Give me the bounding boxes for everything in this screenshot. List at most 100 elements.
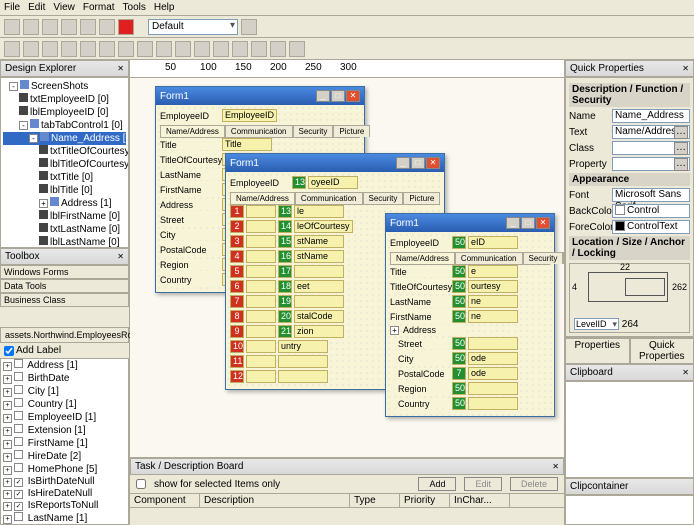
- field-value[interactable]: le: [294, 205, 344, 218]
- design-explorer-tree[interactable]: -ScreenShotstxtEmployeeID [0]lblEmployee…: [0, 77, 129, 248]
- add-label-check[interactable]: [4, 346, 14, 356]
- align-btn[interactable]: [194, 41, 210, 57]
- field-item[interactable]: + Address [1]: [1, 359, 128, 372]
- tool-btn[interactable]: [241, 19, 257, 35]
- align-btn[interactable]: [118, 41, 134, 57]
- field-value[interactable]: stalCode: [294, 310, 344, 323]
- tree-item[interactable]: lblFirstName [0]: [3, 210, 126, 223]
- tab-security[interactable]: Security: [293, 125, 334, 137]
- menu-edit[interactable]: Edit: [28, 2, 45, 13]
- anchor-inner-box[interactable]: [625, 278, 665, 296]
- align-btn[interactable]: [232, 41, 248, 57]
- tab-communication[interactable]: Communication: [455, 252, 523, 264]
- tree-item[interactable]: lblLastName [0]: [3, 236, 126, 248]
- tab-picture[interactable]: Picture: [563, 252, 564, 264]
- field-list[interactable]: + Address [1]+ BirthDate+ City [1]+ Coun…: [0, 358, 129, 525]
- field-value[interactable]: ne: [468, 310, 518, 323]
- prop-name[interactable]: Name_Address: [612, 109, 690, 123]
- tab-picture[interactable]: Picture: [403, 192, 440, 204]
- align-btn[interactable]: [289, 41, 305, 57]
- toolbox-cat[interactable]: Business Class: [0, 293, 129, 307]
- tree-item[interactable]: -Name_Address [0]: [3, 132, 126, 145]
- tab-name-address[interactable]: Name/Address: [230, 192, 295, 204]
- menu-format[interactable]: Format: [83, 2, 115, 13]
- field-value[interactable]: eID: [468, 236, 518, 249]
- field-value[interactable]: [246, 370, 276, 383]
- field-value[interactable]: stName: [294, 235, 344, 248]
- field-value[interactable]: [246, 325, 276, 338]
- tree-item[interactable]: txtEmployeeID [0]: [3, 93, 126, 106]
- prop-backcolor[interactable]: Control: [612, 204, 690, 218]
- tab-name-address[interactable]: Name/Address: [390, 252, 455, 264]
- close-icon[interactable]: ✕: [552, 462, 559, 471]
- field-value[interactable]: stName: [294, 250, 344, 263]
- minimize-icon[interactable]: _: [506, 217, 520, 229]
- level-combo[interactable]: LevelID: [574, 318, 619, 330]
- menu-file[interactable]: File: [4, 2, 20, 13]
- align-btn[interactable]: [4, 41, 20, 57]
- prop-forecolor[interactable]: ControlText: [612, 220, 690, 234]
- field-item[interactable]: + IsReportsToNull: [1, 500, 128, 512]
- tree-item[interactable]: txtLastName [0]: [3, 223, 126, 236]
- tab-security[interactable]: Security: [523, 252, 564, 264]
- field-item[interactable]: + HireDate [2]: [1, 450, 128, 463]
- field-item[interactable]: + HomePhone [5]: [1, 463, 128, 476]
- tool-btn[interactable]: [99, 19, 115, 35]
- field-value[interactable]: [294, 265, 344, 278]
- close-icon[interactable]: ✕: [536, 217, 550, 229]
- show-selected-check[interactable]: [136, 479, 146, 489]
- field-value[interactable]: zion: [294, 325, 344, 338]
- field-value[interactable]: [246, 340, 276, 353]
- field-value[interactable]: EmployeeID: [222, 109, 277, 122]
- tree-item[interactable]: txtTitle [0]: [3, 171, 126, 184]
- field-value[interactable]: ne: [468, 295, 518, 308]
- field-item[interactable]: + Extension [1]: [1, 424, 128, 437]
- field-value[interactable]: Title: [222, 138, 272, 151]
- align-btn[interactable]: [99, 41, 115, 57]
- align-btn[interactable]: [270, 41, 286, 57]
- tree-item[interactable]: -ScreenShots: [3, 80, 126, 93]
- field-value[interactable]: [246, 295, 276, 308]
- field-value[interactable]: e: [468, 265, 518, 278]
- align-btn[interactable]: [156, 41, 172, 57]
- field-value[interactable]: eet: [294, 280, 344, 293]
- field-value[interactable]: [246, 205, 276, 218]
- align-btn[interactable]: [213, 41, 229, 57]
- align-btn[interactable]: [175, 41, 191, 57]
- tool-btn[interactable]: [23, 19, 39, 35]
- style-combo[interactable]: Default: [148, 19, 238, 35]
- design-canvas[interactable]: Form1_□✕ EmployeeIDEmployeeID Name/Addre…: [130, 78, 564, 457]
- field-value[interactable]: [278, 370, 328, 383]
- tree-item[interactable]: lblTitleOfCourtesy [0]: [3, 158, 126, 171]
- prop-property[interactable]: [612, 157, 690, 171]
- close-icon[interactable]: ✕: [426, 157, 440, 169]
- tab-picture[interactable]: Picture: [333, 125, 370, 137]
- tab-communication[interactable]: Communication: [225, 125, 293, 137]
- prop-font[interactable]: Microsoft Sans Serif: [612, 188, 690, 202]
- field-value[interactable]: leOfCourtesy: [294, 220, 353, 233]
- align-btn[interactable]: [80, 41, 96, 57]
- tab-security[interactable]: Security: [363, 192, 404, 204]
- level-value[interactable]: 264: [622, 319, 662, 330]
- field-item[interactable]: + FirstName [1]: [1, 437, 128, 450]
- delete-icon[interactable]: [118, 19, 134, 35]
- field-value[interactable]: [468, 337, 518, 350]
- minimize-icon[interactable]: _: [316, 90, 330, 102]
- tool-btn[interactable]: [4, 19, 20, 35]
- close-icon[interactable]: ✕: [682, 368, 689, 377]
- field-item[interactable]: + BirthDate: [1, 372, 128, 385]
- field-item[interactable]: + IsBirthDateNull: [1, 476, 128, 488]
- field-item[interactable]: + Country [1]: [1, 398, 128, 411]
- field-value[interactable]: [246, 280, 276, 293]
- tool-btn[interactable]: [80, 19, 96, 35]
- field-value[interactable]: [246, 220, 276, 233]
- field-value[interactable]: oyeeID: [308, 176, 358, 189]
- tab-quick-properties[interactable]: Quick Properties: [630, 338, 694, 364]
- expand-icon[interactable]: +: [390, 326, 399, 335]
- field-value[interactable]: [246, 310, 276, 323]
- field-item[interactable]: + EmployeeID [1]: [1, 411, 128, 424]
- toolbox-cat[interactable]: Data Tools: [0, 279, 129, 293]
- tab-communication[interactable]: Communication: [295, 192, 363, 204]
- field-item[interactable]: + IsHireDateNull: [1, 488, 128, 500]
- close-icon[interactable]: ✕: [117, 252, 124, 261]
